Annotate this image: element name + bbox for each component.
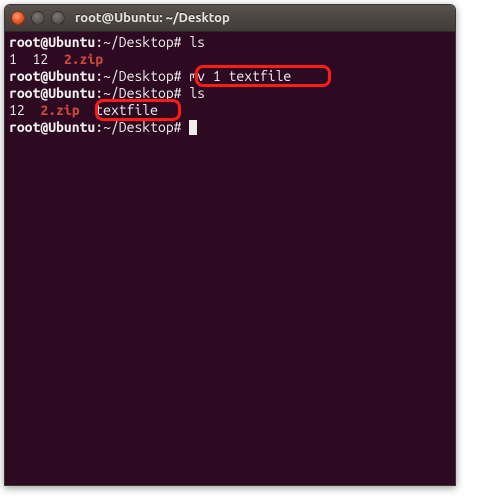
- prompt-path: ~/Desktop: [103, 34, 174, 50]
- prompt-user-host: root@Ubuntu: [9, 68, 95, 84]
- cursor-icon: [189, 120, 197, 135]
- window-titlebar: root@Ubuntu: ~/Desktop: [5, 5, 455, 32]
- shell-prompt: root@Ubuntu:~/Desktop#: [9, 119, 182, 135]
- prompt-path: ~/Desktop: [103, 119, 174, 135]
- shell-prompt: root@Ubuntu:~/Desktop#: [9, 68, 182, 84]
- ls-item: textfile: [95, 102, 158, 118]
- prompt-end: #: [174, 119, 182, 135]
- ls-item: 1: [9, 51, 17, 67]
- terminal-line: root@Ubuntu:~/Desktop# mv 1 textfile: [9, 68, 451, 85]
- ls-item: 12: [33, 51, 49, 67]
- terminal-window: root@Ubuntu: ~/Desktop root@Ubuntu:~/Des…: [4, 4, 456, 486]
- terminal-body[interactable]: root@Ubuntu:~/Desktop# ls 1 12 2.zip roo…: [5, 32, 455, 485]
- terminal-line: 1 12 2.zip: [9, 51, 451, 68]
- minimize-icon[interactable]: [31, 11, 45, 25]
- prompt-user-host: root@Ubuntu: [9, 34, 95, 50]
- prompt-sep: :: [95, 68, 103, 84]
- prompt-sep: :: [95, 119, 103, 135]
- command-text: ls: [189, 34, 205, 50]
- maximize-icon[interactable]: [51, 11, 65, 25]
- terminal-line: root@Ubuntu:~/Desktop# ls: [9, 34, 451, 51]
- prompt-user-host: root@Ubuntu: [9, 85, 95, 101]
- terminal-line: root@Ubuntu:~/Desktop#: [9, 119, 451, 136]
- terminal-line: 12 2.zip textfile: [9, 102, 451, 119]
- terminal-line: root@Ubuntu:~/Desktop# ls: [9, 85, 451, 102]
- window-title: root@Ubuntu: ~/Desktop: [75, 11, 230, 25]
- ls-item-archive: 2.zip: [64, 51, 103, 67]
- shell-prompt: root@Ubuntu:~/Desktop#: [9, 34, 182, 50]
- prompt-user-host: root@Ubuntu: [9, 119, 95, 135]
- prompt-end: #: [174, 85, 182, 101]
- prompt-sep: :: [95, 85, 103, 101]
- command-text: ls: [189, 85, 205, 101]
- prompt-sep: :: [95, 34, 103, 50]
- prompt-path: ~/Desktop: [103, 68, 174, 84]
- ls-item: 12: [9, 102, 25, 118]
- prompt-end: #: [174, 34, 182, 50]
- prompt-end: #: [174, 68, 182, 84]
- ls-item-archive: 2.zip: [40, 102, 79, 118]
- close-icon[interactable]: [11, 11, 25, 25]
- prompt-path: ~/Desktop: [103, 85, 174, 101]
- shell-prompt: root@Ubuntu:~/Desktop#: [9, 85, 182, 101]
- command-text: mv 1 textfile: [189, 68, 291, 84]
